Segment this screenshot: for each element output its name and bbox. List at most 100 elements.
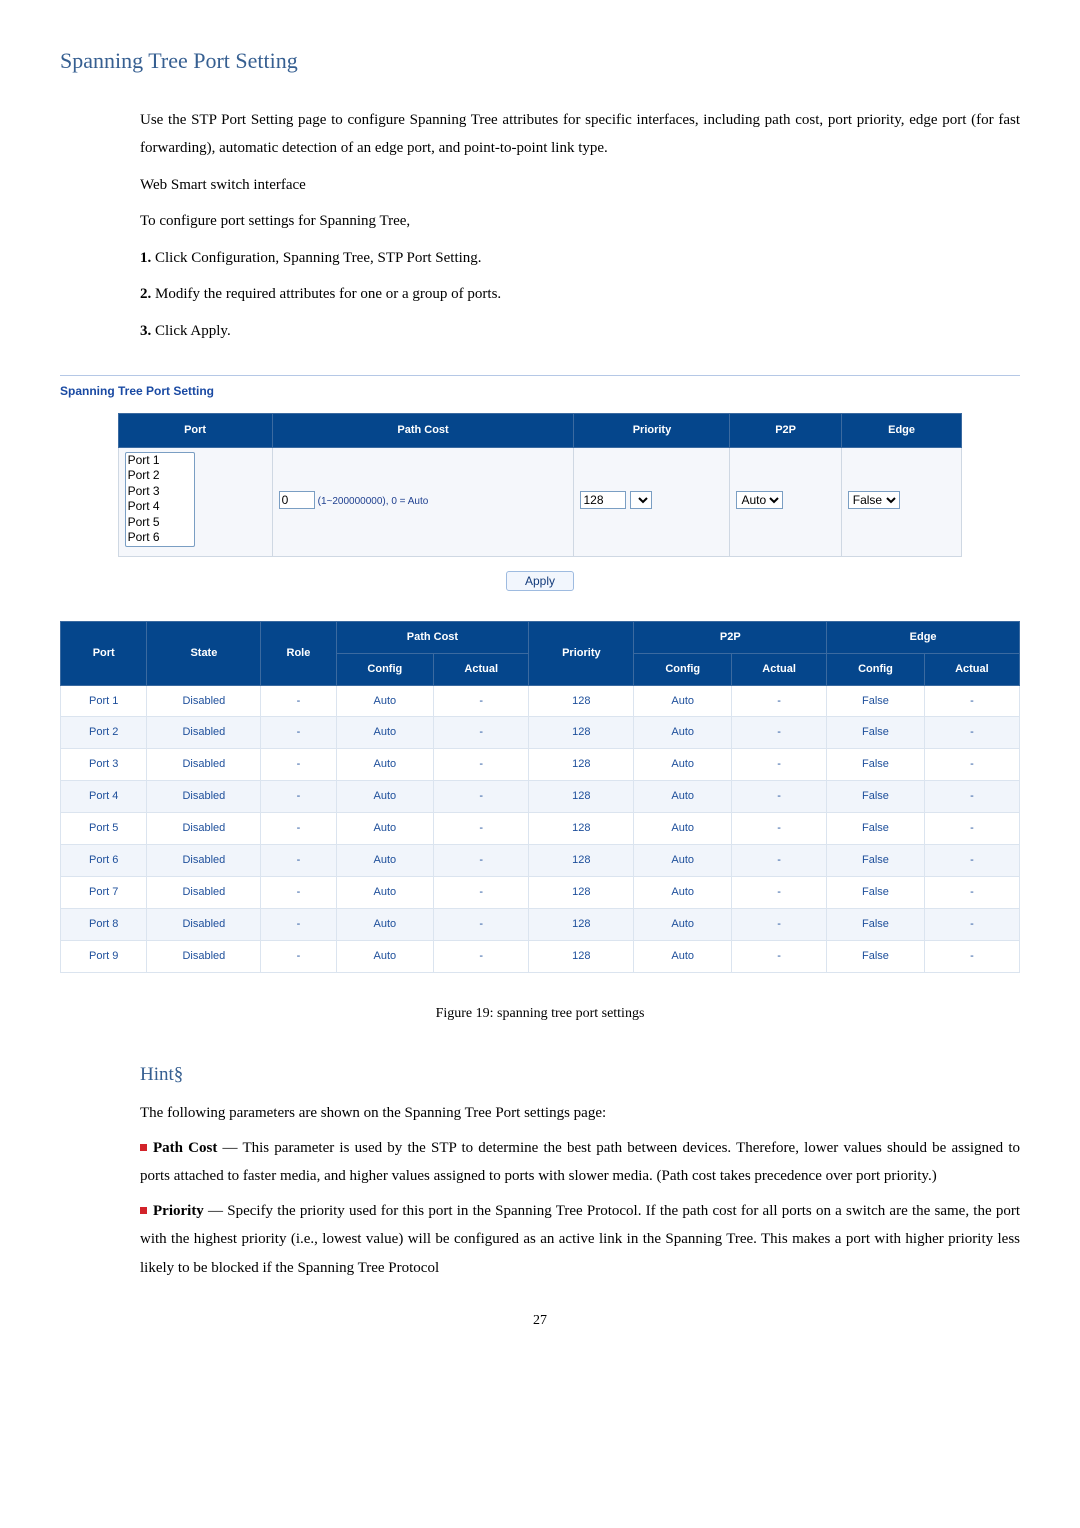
- table-cell-p2p_cfg: Auto: [634, 876, 732, 908]
- port-option-3[interactable]: Port 3: [126, 484, 194, 499]
- dt-sub-p2p-config: Config: [634, 653, 732, 685]
- table-cell-priority: 128: [529, 940, 634, 972]
- priority-dropdown[interactable]: [630, 491, 652, 509]
- dt-sub-edge-config: Config: [827, 653, 925, 685]
- table-cell-p2p_cfg: Auto: [634, 749, 732, 781]
- table-cell-priority: 128: [529, 908, 634, 940]
- apply-button[interactable]: Apply: [506, 571, 574, 591]
- table-cell-role: -: [261, 685, 336, 717]
- table-row: Port 3Disabled-Auto-128Auto-False-: [61, 749, 1020, 781]
- intro-paragraph: Use the STP Port Setting page to configu…: [140, 106, 1020, 163]
- table-cell-edge_cfg: False: [827, 749, 925, 781]
- dt-header-p2p: P2P: [634, 621, 827, 653]
- table-cell-state: Disabled: [147, 908, 261, 940]
- table-cell-p2p_act: -: [732, 717, 827, 749]
- table-row: Port 9Disabled-Auto-128Auto-False-: [61, 940, 1020, 972]
- priority-input[interactable]: [580, 491, 626, 509]
- table-cell-pc_cfg: Auto: [336, 685, 434, 717]
- table-cell-state: Disabled: [147, 940, 261, 972]
- table-cell-edge_act: -: [924, 749, 1019, 781]
- table-cell-role: -: [261, 813, 336, 845]
- table-cell-edge_act: -: [924, 908, 1019, 940]
- table-cell-pc_cfg: Auto: [336, 940, 434, 972]
- table-cell-priority: 128: [529, 781, 634, 813]
- table-cell-role: -: [261, 940, 336, 972]
- table-row: Port 4Disabled-Auto-128Auto-False-: [61, 781, 1020, 813]
- hint-priority-text: — Specify the priority used for this por…: [140, 1203, 1020, 1276]
- step-2-text: Modify the required attributes for one o…: [151, 286, 501, 302]
- table-cell-p2p_cfg: Auto: [634, 781, 732, 813]
- table-cell-pc_cfg: Auto: [336, 781, 434, 813]
- bullet-icon: [140, 1207, 147, 1214]
- step-3-num: 3.: [140, 323, 151, 339]
- dt-sub-pc-actual: Actual: [434, 653, 529, 685]
- table-cell-state: Disabled: [147, 685, 261, 717]
- port-list-select[interactable]: Port 1 Port 2 Port 3 Port 4 Port 5 Port …: [125, 452, 195, 547]
- table-cell-pc_cfg: Auto: [336, 813, 434, 845]
- table-cell-p2p_cfg: Auto: [634, 813, 732, 845]
- status-table: Port State Role Path Cost Priority P2P E…: [60, 621, 1020, 973]
- table-cell-pc_cfg: Auto: [336, 876, 434, 908]
- table-cell-role: -: [261, 749, 336, 781]
- port-option-2[interactable]: Port 2: [126, 468, 194, 483]
- table-row: Port 7Disabled-Auto-128Auto-False-: [61, 876, 1020, 908]
- table-cell-pc_cfg: Auto: [336, 717, 434, 749]
- cfg-header-p2p: P2P: [730, 414, 841, 448]
- table-cell-role: -: [261, 908, 336, 940]
- table-cell-priority: 128: [529, 749, 634, 781]
- table-row: Port 5Disabled-Auto-128Auto-False-: [61, 813, 1020, 845]
- table-cell-state: Disabled: [147, 876, 261, 908]
- table-cell-edge_act: -: [924, 845, 1019, 877]
- table-cell-role: -: [261, 845, 336, 877]
- table-cell-state: Disabled: [147, 749, 261, 781]
- panel-legend: Spanning Tree Port Setting: [60, 375, 1020, 403]
- hint-priority-label: Priority: [153, 1203, 204, 1219]
- port-option-5[interactable]: Port 5: [126, 515, 194, 530]
- p2p-select[interactable]: Auto: [736, 491, 783, 509]
- pathcost-input[interactable]: [279, 491, 315, 509]
- step-1-num: 1.: [140, 250, 151, 266]
- step-3-text: Click Apply.: [151, 323, 230, 339]
- table-cell-edge_cfg: False: [827, 781, 925, 813]
- cfg-header-pathcost: Path Cost: [272, 414, 574, 448]
- table-cell-pc_act: -: [434, 781, 529, 813]
- table-row: Port 8Disabled-Auto-128Auto-False-: [61, 908, 1020, 940]
- page-number: 27: [60, 1308, 1020, 1335]
- dt-sub-p2p-actual: Actual: [732, 653, 827, 685]
- dt-header-pathcost: Path Cost: [336, 621, 529, 653]
- table-cell-edge_cfg: False: [827, 685, 925, 717]
- table-cell-pc_act: -: [434, 845, 529, 877]
- table-cell-p2p_act: -: [732, 940, 827, 972]
- dt-header-state: State: [147, 621, 261, 685]
- table-cell-edge_act: -: [924, 781, 1019, 813]
- hint-pathcost-text: — This parameter is used by the STP to d…: [140, 1140, 1020, 1185]
- table-cell-pc_act: -: [434, 749, 529, 781]
- table-cell-state: Disabled: [147, 717, 261, 749]
- table-cell-port: Port 1: [61, 685, 147, 717]
- table-row: Port 6Disabled-Auto-128Auto-False-: [61, 845, 1020, 877]
- port-option-1[interactable]: Port 1: [126, 453, 194, 468]
- table-cell-edge_cfg: False: [827, 876, 925, 908]
- port-option-4[interactable]: Port 4: [126, 499, 194, 514]
- table-cell-edge_act: -: [924, 940, 1019, 972]
- table-cell-state: Disabled: [147, 845, 261, 877]
- table-cell-priority: 128: [529, 813, 634, 845]
- table-cell-edge_act: -: [924, 685, 1019, 717]
- port-option-6[interactable]: Port 6: [126, 530, 194, 545]
- table-cell-priority: 128: [529, 685, 634, 717]
- table-cell-p2p_act: -: [732, 813, 827, 845]
- table-cell-priority: 128: [529, 845, 634, 877]
- port-select-cell: Port 1 Port 2 Port 3 Port 4 Port 5 Port …: [118, 447, 272, 556]
- table-cell-p2p_cfg: Auto: [634, 908, 732, 940]
- table-cell-edge_act: -: [924, 717, 1019, 749]
- table-cell-port: Port 6: [61, 845, 147, 877]
- edge-select[interactable]: False: [848, 491, 900, 509]
- table-cell-pc_act: -: [434, 717, 529, 749]
- table-cell-port: Port 7: [61, 876, 147, 908]
- configure-line: To configure port settings for Spanning …: [140, 207, 1020, 236]
- table-cell-edge_cfg: False: [827, 940, 925, 972]
- dt-sub-pc-config: Config: [336, 653, 434, 685]
- table-cell-port: Port 2: [61, 717, 147, 749]
- table-cell-edge_cfg: False: [827, 717, 925, 749]
- step-2: 2. Modify the required attributes for on…: [140, 280, 1020, 309]
